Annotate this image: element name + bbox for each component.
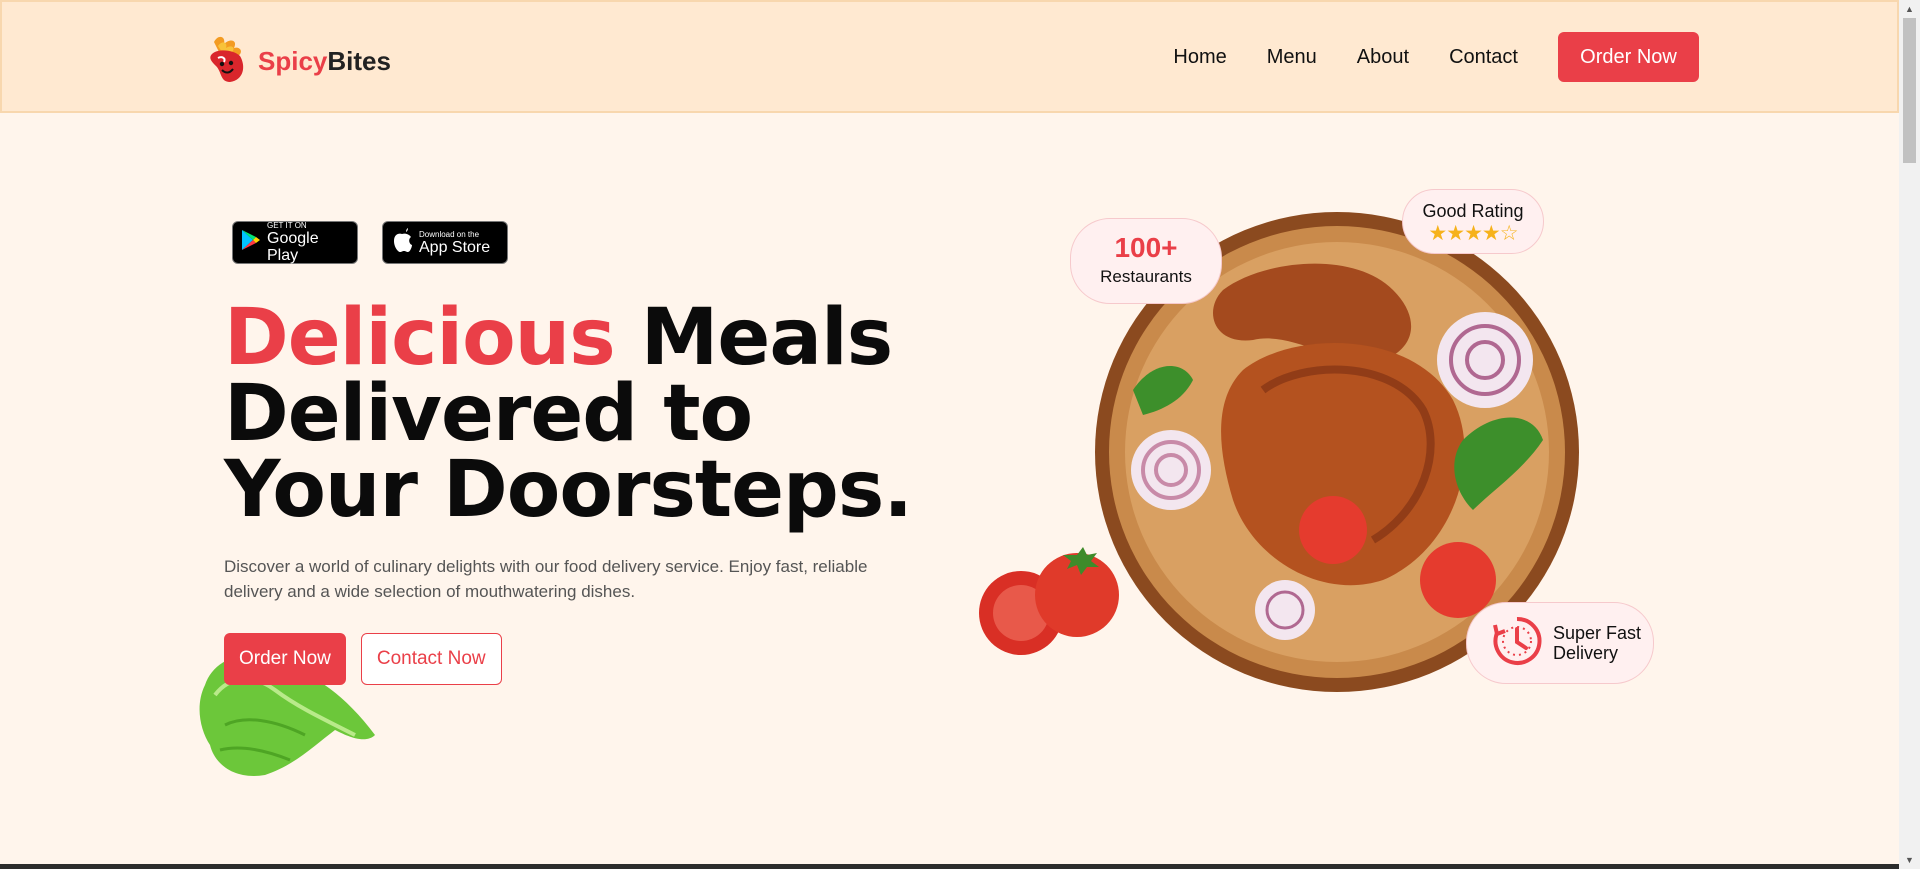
app-store-small-text: Download on the (419, 229, 480, 239)
nav-home[interactable]: Home (1173, 46, 1226, 69)
rating-stars: ★★★★☆ (1428, 222, 1518, 245)
chili-logo-icon (200, 32, 254, 91)
delivery-stat-bubble: Super Fast Delivery (1466, 602, 1654, 684)
header-order-now-button[interactable]: Order Now (1558, 32, 1699, 82)
google-play-small-text: GET IT ON (267, 221, 307, 230)
hero-contact-now-button[interactable]: Contact Now (360, 633, 502, 685)
delivery-label: Super Fast Delivery (1553, 623, 1642, 663)
nav-about[interactable]: About (1357, 46, 1409, 69)
page-scrollbar[interactable]: ▲ ▼ (1899, 0, 1920, 869)
google-play-big-text: Google Play (267, 230, 319, 264)
hero-order-now-button[interactable]: Order Now (224, 633, 346, 685)
scroll-down-icon[interactable]: ▼ (1905, 855, 1914, 865)
scroll-up-icon[interactable]: ▲ (1905, 4, 1914, 14)
main-nav: Home Menu About Contact Order Now (1173, 32, 1699, 82)
apple-icon (391, 227, 413, 258)
site-header: SpicyBites Home Menu About Contact Order… (0, 0, 1899, 113)
scrollbar-thumb[interactable] (1903, 18, 1916, 163)
hero-buttons: Order Now Contact Now (224, 633, 502, 685)
app-store-big-text: App Store (419, 238, 491, 256)
nav-contact[interactable]: Contact (1449, 46, 1518, 69)
app-store-badge[interactable]: Download on the App Store (382, 221, 508, 264)
clock-icon (1491, 615, 1543, 672)
nav-menu[interactable]: Menu (1267, 46, 1317, 69)
restaurants-label: Restaurants (1100, 267, 1192, 286)
google-play-badge[interactable]: GET IT ON Google Play (232, 221, 358, 264)
tomatoes-image (979, 547, 1119, 655)
restaurants-count: 100+ (1114, 232, 1178, 263)
footer-strip (0, 864, 1899, 869)
brand-name-part1: Spicy (258, 46, 328, 76)
hero-description: Discover a world of culinary delights wi… (224, 557, 868, 601)
restaurants-stat-bubble: 100+ Restaurants (1070, 218, 1222, 304)
brand-logo[interactable]: SpicyBites (200, 32, 391, 91)
rating-stat-bubble: Good Rating ★★★★☆ (1402, 189, 1544, 254)
hero-title: Delicious Meals Delivered to Your Doorst… (224, 299, 924, 529)
google-play-icon (241, 229, 261, 256)
rating-label: Good Rating (1422, 201, 1524, 221)
brand-name-part2: Bites (327, 46, 391, 76)
brand-name: SpicyBites (258, 46, 391, 77)
